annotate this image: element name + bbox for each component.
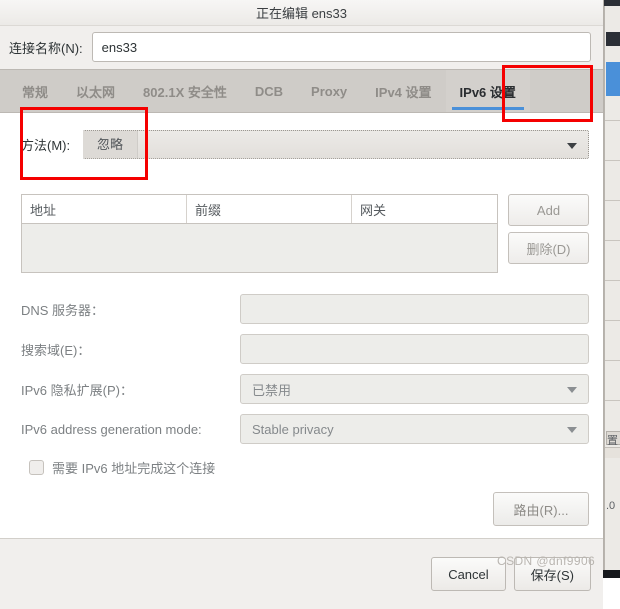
dns-servers-label: DNS 服务器： [21, 302, 105, 318]
chevron-down-icon [567, 387, 577, 393]
settings-tabbar: 常规 以太网 802.1X 安全性 DCB Proxy IPv4 设置 IPv6… [0, 69, 603, 113]
ipv6-settings-panel: 方法(M): 忽略 地址 前缀 网关 Add 删除(D) DNS 服务器： 搜索… [0, 113, 603, 539]
chevron-down-icon [567, 142, 577, 149]
background-window-panel [605, 447, 620, 458]
background-window-header-strip [606, 32, 620, 46]
method-label: 方法(M): [21, 138, 71, 153]
privacy-extensions-value: 已禁用 [252, 382, 292, 398]
background-list-divider [605, 320, 620, 321]
background-list-divider [605, 160, 620, 161]
dns-servers-input[interactable] [240, 294, 589, 324]
dns-servers-row: DNS 服务器： [21, 289, 589, 329]
background-text-fragment-2: .0 [606, 500, 616, 512]
background-list-divider [605, 200, 620, 201]
search-domains-row: 搜索域(E)： [21, 329, 589, 369]
chevron-down-icon [567, 427, 577, 433]
address-table-body[interactable] [22, 224, 497, 272]
routes-row: 路由(R)... [0, 492, 603, 526]
search-domains-input[interactable] [240, 334, 589, 364]
edit-connection-dialog: 正在编辑 ens33 连接名称(N): ens33 常规 以太网 802.1X … [0, 0, 604, 609]
method-dropdown[interactable]: 忽略 [83, 130, 589, 159]
background-list-divider [605, 120, 620, 121]
column-header-prefix: 前缀 [187, 195, 352, 223]
background-list-divider [605, 400, 620, 401]
search-domains-label: 搜索域(E)： [21, 342, 91, 358]
background-window-titlebar [604, 0, 620, 6]
require-ipv6-row[interactable]: 需要 IPv6 地址完成这个连接 [0, 458, 603, 477]
column-header-address: 地址 [22, 195, 187, 223]
routes-button[interactable]: 路由(R)... [493, 492, 589, 526]
require-ipv6-checkbox[interactable] [29, 460, 44, 475]
connection-name-input[interactable]: ens33 [91, 32, 591, 62]
background-list-divider [605, 280, 620, 281]
ipv6-form: DNS 服务器： 搜索域(E)： IPv6 隐私扩展(P)： 已禁用 IPv6 … [0, 289, 603, 449]
watermark: CSDN @dnf9906 [497, 554, 596, 568]
delete-address-button[interactable]: 删除(D) [508, 232, 589, 264]
address-generation-mode-row: IPv6 address generation mode: Stable pri… [21, 409, 589, 449]
background-window-selected-row [606, 62, 620, 96]
add-address-button[interactable]: Add [508, 194, 589, 226]
tab-ipv4-settings[interactable]: IPv4 设置 [361, 70, 445, 112]
background-text-fragment: 置 [607, 435, 618, 447]
dialog-action-bar: Cancel 保存(S) [0, 539, 603, 609]
method-value: 忽略 [83, 131, 139, 158]
privacy-extensions-dropdown[interactable]: 已禁用 [240, 374, 589, 404]
address-table-section: 地址 前缀 网关 Add 删除(D) [0, 194, 603, 273]
column-header-gateway: 网关 [360, 202, 387, 218]
privacy-extensions-row: IPv6 隐私扩展(P)： 已禁用 [21, 369, 589, 409]
privacy-extensions-label: IPv6 隐私扩展(P)： [21, 382, 133, 398]
background-list-divider [605, 360, 620, 361]
tab-general[interactable]: 常规 [0, 70, 62, 112]
background-list-divider [605, 240, 620, 241]
method-row: 方法(M): 忽略 [0, 113, 603, 159]
tab-proxy[interactable]: Proxy [297, 70, 361, 112]
dialog-titlebar: 正在编辑 ens33 [0, 0, 603, 26]
tab-dcb[interactable]: DCB [241, 70, 297, 112]
address-table-header: 地址 前缀 网关 [22, 195, 497, 224]
dialog-title: 正在编辑 ens33 [255, 6, 348, 21]
address-generation-mode-value: Stable privacy [252, 421, 334, 437]
address-table-actions: Add 删除(D) [508, 194, 589, 264]
cancel-button[interactable]: Cancel [431, 557, 506, 591]
address-generation-mode-dropdown[interactable]: Stable privacy [240, 414, 589, 444]
tab-8021x-security[interactable]: 802.1X 安全性 [129, 70, 241, 112]
address-generation-mode-label: IPv6 address generation mode: [21, 421, 202, 437]
tab-ethernet[interactable]: 以太网 [62, 70, 129, 112]
tab-ipv6-settings[interactable]: IPv6 设置 [445, 70, 530, 112]
connection-name-row: 连接名称(N): ens33 [0, 26, 603, 69]
address-table[interactable]: 地址 前缀 网关 [21, 194, 498, 273]
require-ipv6-label: 需要 IPv6 地址完成这个连接 [52, 461, 216, 476]
connection-name-label: 连接名称(N): [9, 40, 83, 56]
